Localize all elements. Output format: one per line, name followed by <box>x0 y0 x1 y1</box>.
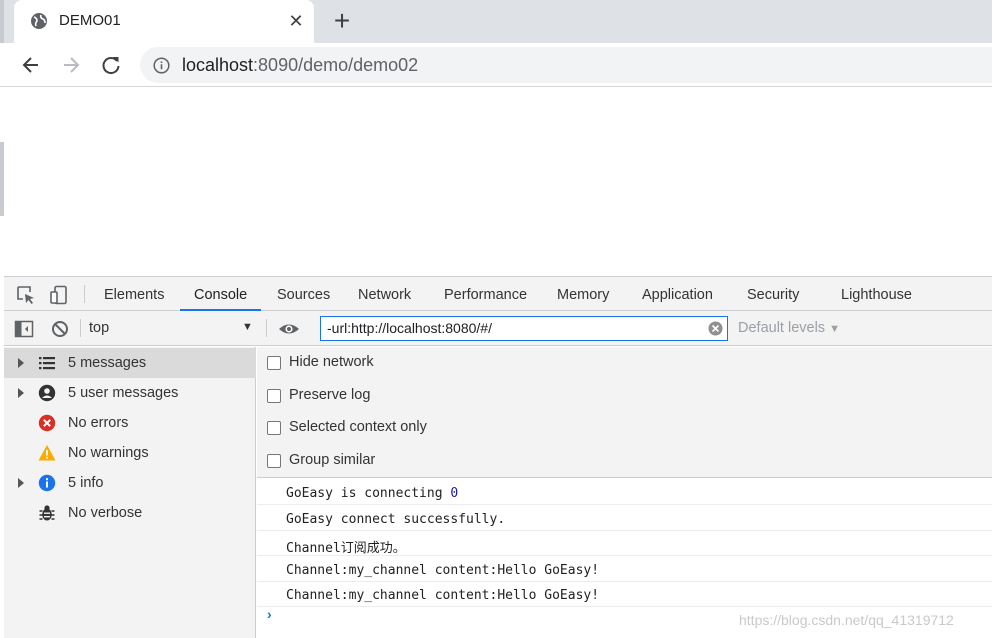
list-icon <box>39 357 55 370</box>
checkbox-label: Hide network <box>289 354 374 370</box>
chevron-down-icon: ▼ <box>242 321 253 333</box>
tab-title: DEMO01 <box>59 12 121 29</box>
sidebar-item-label: 5 info <box>68 475 104 491</box>
log-message: Channel:my_channel content:Hello GoEasy! <box>257 557 992 582</box>
sidebar-item-label: No warnings <box>68 445 149 461</box>
console-prompt[interactable]: › <box>267 606 272 622</box>
close-tab-icon[interactable]: ✕ <box>286 8 306 34</box>
tab-performance[interactable]: Performance <box>444 277 527 311</box>
tab-network[interactable]: Network <box>358 277 411 311</box>
address-bar[interactable]: localhost:8090/demo/demo02 <box>140 47 992 83</box>
log-message: Channel订阅成功。 <box>257 531 992 556</box>
tab-application[interactable]: Application <box>642 277 713 311</box>
console-toolbar: top ▼ -url:http://localhost:8080/#/ Defa… <box>4 311 992 346</box>
tab-console[interactable]: Console <box>180 277 262 311</box>
sidebar-item-label: No errors <box>68 415 129 431</box>
sidebar-item-warnings[interactable]: No warnings <box>4 438 256 468</box>
new-tab-button[interactable]: + <box>329 7 355 35</box>
tab-sources[interactable]: Sources <box>277 277 330 311</box>
log-text: GoEasy connect successfully. <box>286 512 506 527</box>
window-edge <box>0 142 4 216</box>
globe-icon <box>31 13 47 29</box>
checkbox-label: Selected context only <box>289 419 427 435</box>
tab-security[interactable]: Security <box>747 277 799 311</box>
devtools-tab-bar: Elements Console Sources Network Perform… <box>4 277 992 311</box>
log-levels-dropdown[interactable]: Default levels ▼ <box>738 320 840 336</box>
watermark: https://blog.csdn.net/qq_41319712 <box>739 612 954 628</box>
checkbox-label: Preserve log <box>289 387 371 403</box>
expand-triangle-icon[interactable] <box>18 388 24 398</box>
sidebar-toggle-icon[interactable] <box>14 319 34 339</box>
filter-value: -url:http://localhost:8080/#/ <box>327 320 492 336</box>
sidebar-item-errors[interactable]: No errors <box>4 408 256 438</box>
warning-icon <box>38 445 56 461</box>
back-icon[interactable] <box>18 52 44 78</box>
bug-icon <box>39 505 55 521</box>
reload-icon[interactable] <box>98 52 124 78</box>
tab-memory[interactable]: Memory <box>557 277 609 311</box>
checkbox[interactable] <box>267 356 281 370</box>
separator <box>266 319 267 337</box>
browser-tab[interactable]: DEMO01 ✕ <box>14 0 314 43</box>
log-message: GoEasy is connecting 0 <box>257 480 992 505</box>
log-text: GoEasy is connecting 0 <box>286 486 458 501</box>
log-text: Channel订阅成功。 <box>286 541 406 556</box>
info-icon <box>38 474 56 492</box>
log-number: 0 <box>450 486 459 501</box>
site-info-icon[interactable] <box>153 57 170 74</box>
eye-icon[interactable] <box>278 319 300 339</box>
context-selector[interactable]: top <box>89 320 259 338</box>
checkbox[interactable] <box>267 389 281 403</box>
console-settings: Hide network Preserve log Selected conte… <box>257 347 992 478</box>
log-message-text: GoEasy is connecting <box>286 486 451 501</box>
device-toolbar-icon[interactable] <box>49 285 69 305</box>
sidebar-item-info[interactable]: 5 info <box>4 468 256 498</box>
forward-icon[interactable] <box>58 52 84 78</box>
clear-filter-icon[interactable] <box>708 321 723 336</box>
url-path: :8090/demo/demo02 <box>253 55 419 75</box>
sidebar-item-verbose[interactable]: No verbose <box>4 498 256 528</box>
sidebar-item-label: 5 user messages <box>68 385 179 401</box>
clear-console-icon[interactable] <box>50 319 70 339</box>
log-message: GoEasy connect successfully. <box>257 506 992 531</box>
page-viewport <box>0 88 992 276</box>
console-sidebar: 5 messages 5 user messages No errors No … <box>4 347 256 638</box>
expand-triangle-icon[interactable] <box>18 478 24 488</box>
checkbox[interactable] <box>267 421 281 435</box>
sidebar-item-label: No verbose <box>68 505 143 521</box>
log-message: Channel:my_channel content:Hello GoEasy! <box>257 582 992 607</box>
checkbox[interactable] <box>267 454 281 468</box>
user-icon <box>38 384 56 402</box>
tab-lighthouse[interactable]: Lighthouse <box>841 277 912 311</box>
checkbox-label: Group similar <box>289 452 376 468</box>
expand-triangle-icon[interactable] <box>18 358 24 368</box>
chevron-down-icon: ▼ <box>829 323 840 335</box>
url-text: localhost:8090/demo/demo02 <box>182 55 418 76</box>
sidebar-item-messages[interactable]: 5 messages <box>4 348 256 378</box>
browser-toolbar: localhost:8090/demo/demo02 <box>0 43 992 87</box>
separator <box>84 285 85 303</box>
sidebar-item-label: 5 messages <box>68 355 147 371</box>
window-edge <box>0 0 4 43</box>
error-icon <box>38 414 56 432</box>
url-host: localhost <box>182 55 254 75</box>
sidebar-item-user-messages[interactable]: 5 user messages <box>4 378 256 408</box>
inspect-element-icon[interactable] <box>16 285 36 305</box>
log-levels-label: Default levels <box>738 320 826 336</box>
tab-elements[interactable]: Elements <box>104 277 164 311</box>
tab-strip: DEMO01 ✕ + <box>0 0 992 43</box>
devtools-panel: Elements Console Sources Network Perform… <box>4 276 992 638</box>
separator <box>80 319 81 337</box>
console-main: Hide network Preserve log Selected conte… <box>257 347 992 638</box>
log-text: Channel:my_channel content:Hello GoEasy! <box>286 588 600 603</box>
log-text: Channel:my_channel content:Hello GoEasy! <box>286 563 600 578</box>
filter-input[interactable]: -url:http://localhost:8080/#/ <box>320 316 728 341</box>
